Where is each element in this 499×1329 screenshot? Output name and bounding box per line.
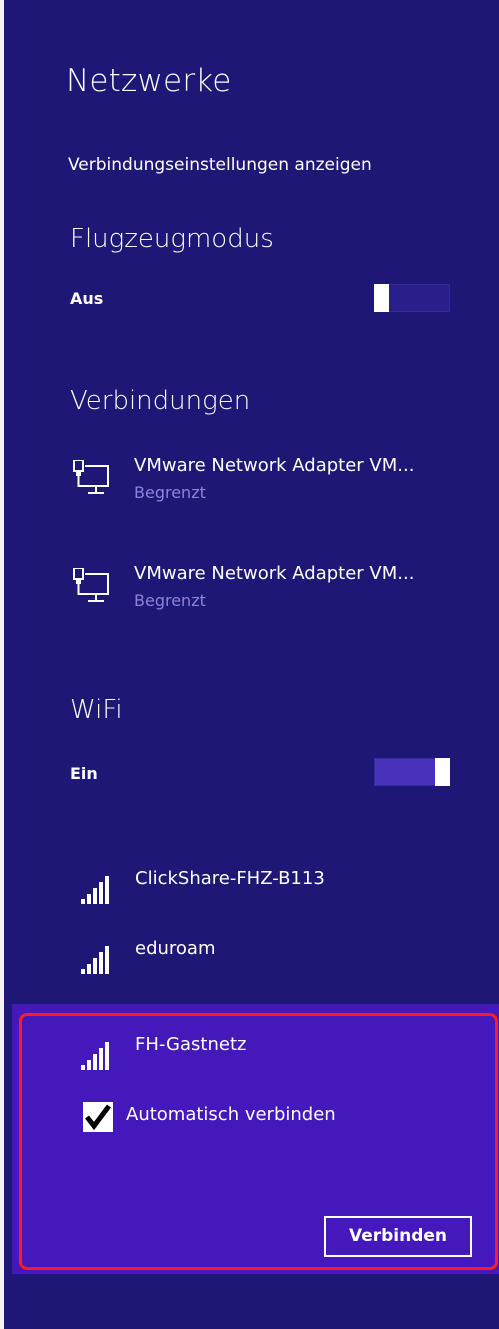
auto-connect-checkbox[interactable] — [83, 1102, 113, 1132]
toggle-thumb[interactable] — [374, 284, 389, 312]
wifi-network-fh-gastnetz[interactable]: FH-Gastnetz — [4, 1034, 499, 1078]
wifi-network-clickshare[interactable]: ClickShare-FHZ-B113 — [4, 868, 499, 912]
wifi-network-name: ClickShare-FHZ-B113 — [135, 868, 325, 889]
wifi-signal-icon — [79, 1040, 119, 1074]
wired-network-icon — [72, 567, 112, 606]
wifi-state: Ein — [70, 764, 98, 783]
connections-title: Verbindungen — [70, 386, 251, 416]
wifi-title: WiFi — [70, 695, 123, 725]
wifi-network-name: eduroam — [135, 938, 216, 959]
checkmark-icon — [85, 1104, 111, 1131]
connection-item-vmware-1[interactable]: VMware Network Adapter VM... Begrenzt — [4, 455, 499, 519]
wifi-signal-icon — [79, 874, 119, 908]
toggle-thumb[interactable] — [435, 758, 450, 786]
airplane-mode-toggle[interactable] — [374, 284, 450, 312]
connection-status: Begrenzt — [134, 483, 206, 502]
connection-name: VMware Network Adapter VM... — [134, 563, 415, 584]
wifi-network-eduroam[interactable]: eduroam — [4, 938, 499, 982]
connection-status: Begrenzt — [134, 591, 206, 610]
wifi-network-name: FH-Gastnetz — [135, 1034, 247, 1055]
panel-title: Netzwerke — [66, 63, 232, 99]
connection-settings-link[interactable]: Verbindungseinstellungen anzeigen — [68, 155, 372, 175]
wired-network-icon — [72, 459, 112, 498]
wifi-toggle[interactable] — [374, 758, 450, 786]
networks-panel: Netzwerke Verbindungseinstellungen anzei… — [4, 0, 499, 1329]
airplane-mode-title: Flugzeugmodus — [70, 224, 274, 254]
connection-name: VMware Network Adapter VM... — [134, 455, 415, 476]
airplane-mode-state: Aus — [70, 289, 104, 308]
connection-item-vmware-2[interactable]: VMware Network Adapter VM... Begrenzt — [4, 563, 499, 627]
connect-button[interactable]: Verbinden — [324, 1216, 472, 1257]
auto-connect-label: Automatisch verbinden — [126, 1104, 336, 1125]
wifi-signal-icon — [79, 944, 119, 978]
